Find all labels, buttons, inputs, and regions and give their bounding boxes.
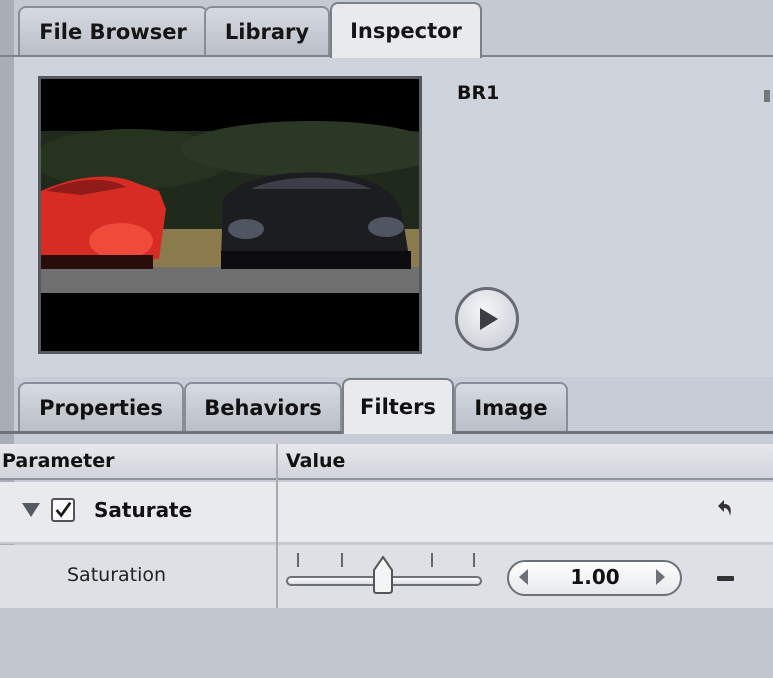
- chevron-left-icon[interactable]: [519, 569, 528, 585]
- tab-behaviors[interactable]: Behaviors: [184, 382, 342, 432]
- tab-file-browser[interactable]: File Browser: [18, 6, 208, 56]
- filter-name: Saturate: [94, 498, 193, 522]
- param-label-saturation: Saturation: [67, 564, 167, 586]
- saturation-value[interactable]: 1.00: [555, 565, 635, 589]
- play-icon: [480, 308, 498, 330]
- column-header-parameter[interactable]: Parameter: [2, 450, 114, 472]
- column-header-value[interactable]: Value: [286, 450, 345, 472]
- tab-image[interactable]: Image: [454, 382, 568, 432]
- filter-enable-checkbox[interactable]: [51, 498, 75, 522]
- slider-tick: [431, 553, 433, 567]
- column-divider: [276, 444, 278, 608]
- slider-tick: [297, 553, 299, 567]
- chevron-right-icon[interactable]: [656, 569, 665, 585]
- thumbnail-image: [41, 79, 419, 351]
- checkmark-icon: [55, 501, 72, 518]
- tab-filters[interactable]: Filters: [342, 378, 454, 434]
- slider-tick: [473, 553, 475, 567]
- play-button[interactable]: [455, 287, 519, 351]
- clip-thumbnail: [38, 76, 422, 354]
- disclosure-triangle-icon[interactable]: [22, 503, 40, 517]
- slider-knob[interactable]: [372, 555, 394, 594]
- tab-inspector[interactable]: Inspector: [330, 2, 482, 58]
- minus-icon[interactable]: [717, 576, 734, 581]
- empty-area: [0, 608, 773, 678]
- clip-name: BR1: [457, 82, 500, 104]
- tab-properties[interactable]: Properties: [18, 382, 184, 432]
- tab-library[interactable]: Library: [204, 6, 330, 56]
- pane-edge-mark: [764, 90, 770, 102]
- reset-arrow-svg: [718, 500, 731, 516]
- table-header: [0, 444, 773, 480]
- reset-arrow-icon[interactable]: [712, 496, 736, 527]
- slider-tick: [341, 553, 343, 567]
- slider-knob-icon: [373, 555, 393, 594]
